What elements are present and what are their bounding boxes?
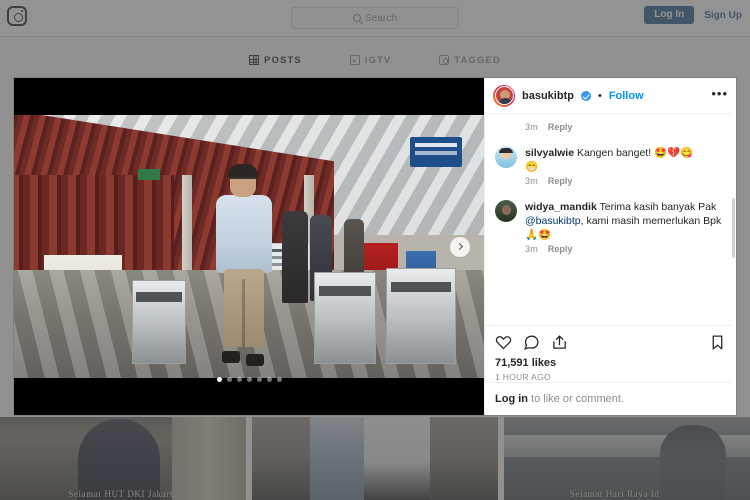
avatar[interactable] xyxy=(495,200,517,222)
comment-body: Terima kasih banyak Pak xyxy=(596,201,717,213)
comment-username[interactable]: widya_mandik xyxy=(525,201,597,213)
comment-text: silvyalwie Kangen banget! 🤩💔😋 😁 xyxy=(525,146,693,174)
comment-body-2: , kami masih memerlukan Bpk xyxy=(580,215,722,227)
comment-item: silvyalwie Kangen banget! 🤩💔😋 😁 xyxy=(495,146,726,174)
separator: • xyxy=(597,89,602,102)
post-sidebar: basukibtp • Follow ••• 3m Reply silvyalw… xyxy=(484,78,736,415)
carousel-dot[interactable] xyxy=(226,377,232,382)
bookmark-icon[interactable] xyxy=(709,334,726,351)
carousel-dot[interactable] xyxy=(216,377,222,382)
post-timestamp: 1 HOUR AGO xyxy=(495,372,551,382)
carousel-dot[interactable] xyxy=(246,377,252,382)
comment-reply-button[interactable]: Reply xyxy=(548,122,573,132)
verified-badge-icon xyxy=(580,90,591,101)
action-icons xyxy=(495,334,726,351)
comment-body: Kangen banget! xyxy=(574,147,655,159)
comment-mention[interactable]: @basukibtp xyxy=(525,215,581,227)
comment-time: 3m xyxy=(525,176,538,186)
comment-emoji: 🤩💔😋 xyxy=(654,147,694,159)
avatar[interactable] xyxy=(495,146,517,168)
sidebar-scrollbar[interactable] xyxy=(731,78,736,415)
chevron-right-icon xyxy=(455,242,463,251)
comment-icon[interactable] xyxy=(523,334,540,351)
carousel-next-button[interactable] xyxy=(450,236,470,257)
scrollbar-thumb[interactable] xyxy=(732,198,735,258)
post-media[interactable] xyxy=(14,78,484,415)
share-icon[interactable] xyxy=(551,334,568,351)
carousel-dot[interactable] xyxy=(276,377,282,382)
comment-text: widya_mandik Terima kasih banyak Pak @ba… xyxy=(525,200,726,242)
comment-reply-button[interactable]: Reply xyxy=(548,176,573,186)
comment-meta: 3m Reply xyxy=(495,120,726,142)
comment-emoji: 😁 xyxy=(525,161,539,173)
comment-time: 3m xyxy=(525,244,538,254)
comment-username[interactable]: silvyalwie xyxy=(525,147,574,159)
photo-subject xyxy=(212,164,276,363)
login-prompt: Log in to like or comment. xyxy=(485,382,736,415)
post-header: basukibtp • Follow ••• xyxy=(485,78,736,114)
comments-feed[interactable]: 3m Reply silvyalwie Kangen banget! 🤩💔😋 😁 … xyxy=(485,114,736,325)
post-actions: 71,591 likes 1 HOUR AGO xyxy=(485,325,736,382)
post-photo xyxy=(14,115,484,378)
comment-reply-button[interactable]: Reply xyxy=(548,244,573,254)
carousel-dot[interactable] xyxy=(266,377,272,382)
more-options-icon[interactable]: ••• xyxy=(711,87,728,105)
carousel-dot[interactable] xyxy=(256,377,262,382)
post-username[interactable]: basukibtp xyxy=(522,90,574,102)
heart-icon[interactable] xyxy=(495,334,512,351)
comment-meta: 3m Reply xyxy=(495,174,726,196)
login-prompt-rest: to like or comment. xyxy=(528,393,624,405)
follow-button[interactable]: Follow xyxy=(609,90,644,102)
like-count[interactable]: 71,591 likes xyxy=(495,357,726,369)
carousel-dot[interactable] xyxy=(236,377,242,382)
log-in-link[interactable]: Log in xyxy=(495,393,528,405)
instagram-profile-page: Search Log In Sign Up POSTS IGTV TAGGED xyxy=(0,0,750,500)
comment-time: 3m xyxy=(525,122,538,132)
comment-item: widya_mandik Terima kasih banyak Pak @ba… xyxy=(495,200,726,242)
carousel-dots xyxy=(14,377,484,382)
avatar[interactable] xyxy=(493,84,515,107)
post-modal: basukibtp • Follow ••• 3m Reply silvyalw… xyxy=(14,78,736,415)
comment-emoji: 🙏🤩 xyxy=(525,229,552,241)
comment-meta: 3m Reply xyxy=(495,242,726,264)
